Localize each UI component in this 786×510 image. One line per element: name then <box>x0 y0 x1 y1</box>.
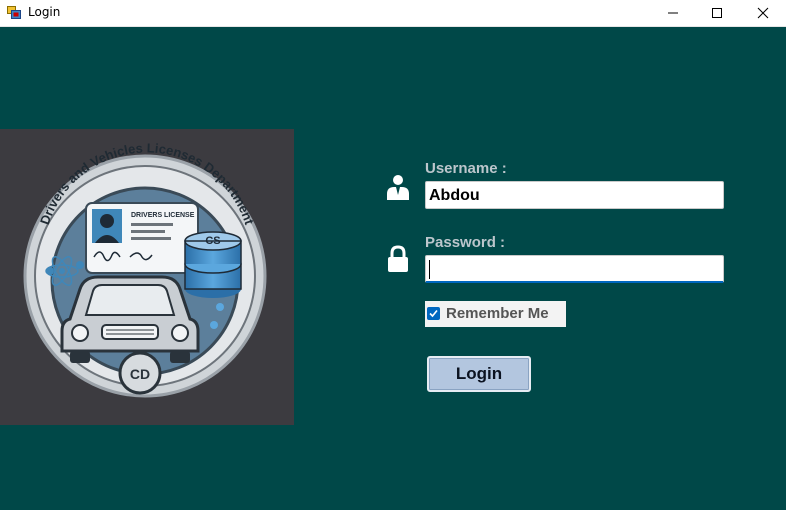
login-button[interactable]: Login <box>427 356 531 392</box>
db-label: CS <box>205 235 220 247</box>
user-icon <box>387 174 409 205</box>
username-value: Abdou <box>429 187 480 204</box>
close-icon <box>757 7 769 19</box>
remember-me-checkbox[interactable]: Remember Me <box>425 301 566 327</box>
window-title: Login <box>28 5 61 19</box>
badge-text: CD <box>130 366 150 382</box>
maximize-icon <box>712 8 722 18</box>
title-bar: Login <box>0 0 786 27</box>
checkmark-icon <box>429 309 438 318</box>
maximize-button[interactable] <box>694 0 740 26</box>
username-input[interactable]: Abdou <box>425 181 724 209</box>
department-logo: Drivers and Vehicles Licenses Department… <box>23 140 267 398</box>
minimize-icon <box>668 12 678 14</box>
minimize-button[interactable] <box>650 0 696 26</box>
card-text: DRIVERS LICENSE <box>131 212 195 219</box>
password-input[interactable] <box>425 255 724 283</box>
text-caret <box>429 260 430 279</box>
password-label: Password : <box>425 234 506 251</box>
logo-panel: Drivers and Vehicles Licenses Department… <box>0 129 294 425</box>
checkbox-box[interactable] <box>427 307 440 320</box>
username-label: Username : <box>425 160 507 177</box>
remember-me-label: Remember Me <box>446 305 549 322</box>
close-button[interactable] <box>740 0 786 26</box>
app-icon <box>7 6 21 19</box>
lock-icon <box>387 245 409 278</box>
